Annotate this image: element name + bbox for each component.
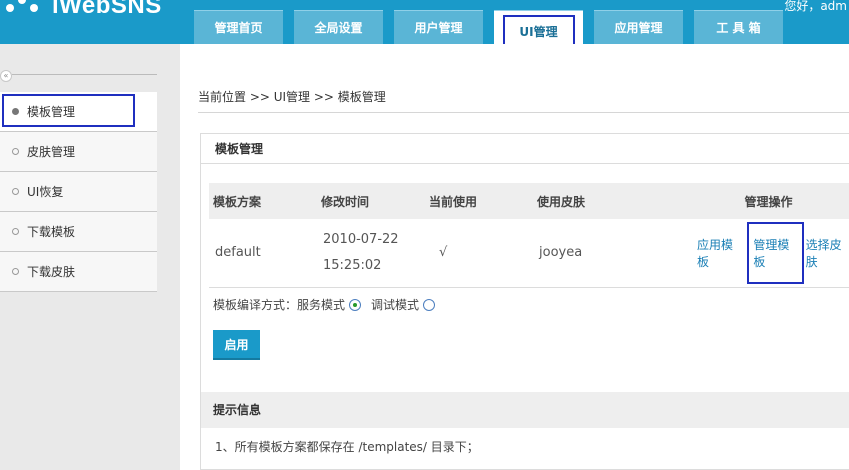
cell-operations: 应用模板 管理模板 选择皮肤 [683,219,849,288]
manage-template-link[interactable]: 管理模板 [747,221,804,284]
col-in-use: 当前使用 [425,183,533,219]
enable-button[interactable]: 启用 [213,330,260,360]
top-header: iWebSNS 您好，adm 管理首页 全局设置 用户管理 UI管理 应用管理 … [0,0,849,44]
cell-scheme: default [209,219,317,288]
table-row: default 2010-07-22 15:25:02 √ jooyea 应用模… [209,219,849,288]
logo-people-icon [4,0,44,20]
debug-mode-label: 调试模式 [371,298,420,312]
sidebar-item-label: 下载模板 [27,225,76,239]
sidebar-item-download-template[interactable]: 下载模板 [0,212,157,252]
main-nav: 管理首页 全局设置 用户管理 UI管理 应用管理 工 具 箱 [194,10,794,44]
tips-line-2-cutoff [215,462,815,470]
bullet-icon [12,148,19,155]
col-skin: 使用皮肤 [533,183,683,219]
col-modified-time: 修改时间 [317,183,425,219]
panel-title: 模板管理 [201,134,849,164]
cell-in-use: √ [425,219,533,288]
nav-tab-app-management[interactable]: 应用管理 [594,10,683,44]
compile-mode: 模板编译方式： 服务模式 调试模式 [213,296,445,313]
sidebar-item-label: UI恢复 [27,185,64,199]
template-table: 模板方案 修改时间 当前使用 使用皮肤 管理操作 default 2010-07… [209,183,849,288]
main-content: 当前位置 >> UI管理 >> 模板管理 模板管理 模板方案 修改时间 当前使用… [180,67,849,470]
sidebar-item-ui-restore[interactable]: UI恢复 [0,172,157,212]
cell-time: 15:25:02 [323,257,382,273]
service-mode-radio[interactable] [349,298,362,311]
tips-line-1: 1、所有模板方案都保存在 /templates/ 目录下； [215,440,479,454]
nav-tab-global-settings[interactable]: 全局设置 [294,10,383,44]
bullet-icon [12,228,19,235]
table-header-row: 模板方案 修改时间 当前使用 使用皮肤 管理操作 [209,183,849,219]
highlight-box-sidebar [2,94,135,127]
nav-tab-toolbox[interactable]: 工 具 箱 [694,10,783,44]
cell-date: 2010-07-22 [323,231,399,247]
col-operations: 管理操作 [683,183,849,219]
sidebar: « 模板管理 皮肤管理 UI恢复 下载模板 下载皮肤 [0,44,180,470]
bullet-icon [12,268,19,275]
sidebar-divider [12,74,157,75]
select-skin-link[interactable]: 选择皮肤 [806,236,849,270]
cell-modified-time: 2010-07-22 15:25:02 [317,219,425,288]
sidebar-item-label: 皮肤管理 [27,145,76,159]
logo-text: iWebSNS [52,0,162,19]
debug-mode-radio[interactable] [423,298,436,311]
sidebar-item-skin-management[interactable]: 皮肤管理 [0,132,157,172]
service-mode-label: 服务模式 [297,298,346,312]
cell-skin: jooyea [533,219,683,288]
logo[interactable]: iWebSNS [4,0,162,20]
breadcrumb: 当前位置 >> UI管理 >> 模板管理 [198,90,386,104]
nav-tab-ui-management[interactable]: UI管理 [494,10,583,44]
sidebar-item-download-skin[interactable]: 下载皮肤 [0,252,157,292]
bullet-icon [12,188,19,195]
compile-mode-label: 模板编译方式： [213,298,298,312]
collapse-sidebar-icon[interactable]: « [0,70,12,82]
active-pointer-icon [149,102,157,122]
template-panel: 模板管理 模板方案 修改时间 当前使用 使用皮肤 管理操作 default 20… [200,133,849,470]
sidebar-item-label: 下载皮肤 [27,265,76,279]
nav-tab-home[interactable]: 管理首页 [194,10,283,44]
breadcrumb-divider [198,112,849,113]
tips-title: 提示信息 [201,392,849,428]
col-scheme: 模板方案 [209,183,317,219]
apply-template-link[interactable]: 应用模板 [697,236,741,270]
nav-tab-user-management[interactable]: 用户管理 [394,10,483,44]
operations: 应用模板 管理模板 选择皮肤 [689,221,849,284]
